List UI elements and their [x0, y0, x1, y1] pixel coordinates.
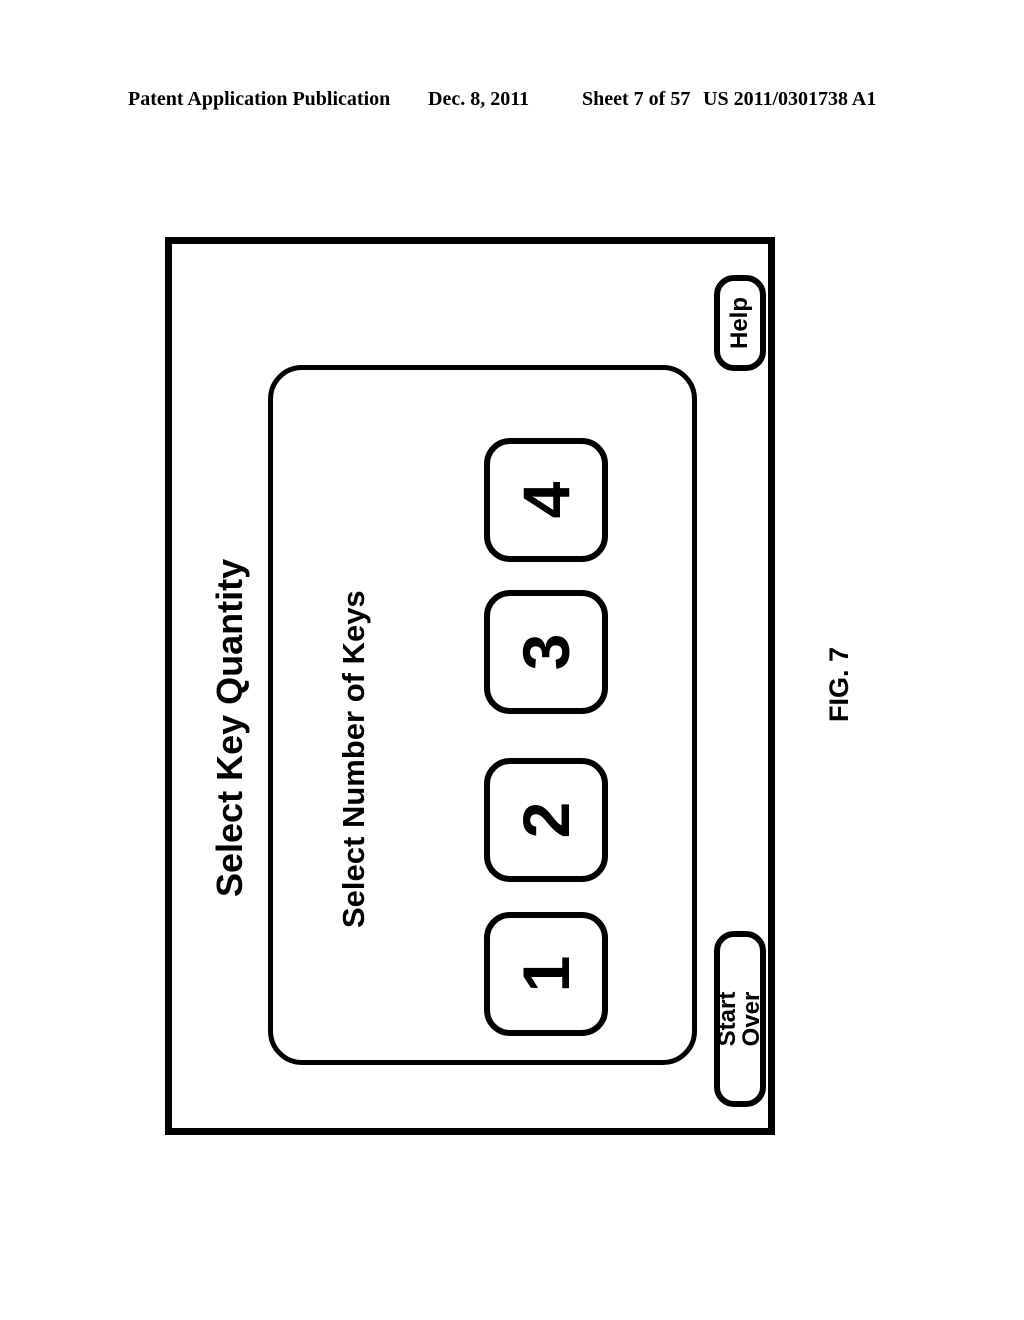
key-quantity-button-1[interactable]: 1 [484, 912, 608, 1036]
panel-subtitle: Select Number of Keys [336, 590, 371, 928]
help-button[interactable]: Help [714, 275, 766, 371]
content-panel [268, 365, 697, 1065]
help-button-label: Help [726, 296, 753, 350]
figure-caption: FIG. 7 [824, 646, 854, 722]
start-over-button-label: Start Over [714, 991, 765, 1047]
page-title: Select Key Quantity [209, 558, 250, 897]
start-over-button[interactable]: Start Over [714, 931, 766, 1107]
key-quantity-button-2[interactable]: 2 [484, 758, 608, 882]
key-quantity-label-3: 3 [509, 633, 583, 671]
key-quantity-button-4[interactable]: 4 [484, 438, 608, 562]
patent-figure: Select Key Quantity Select Number of Key… [0, 0, 1024, 1320]
key-quantity-button-3[interactable]: 3 [484, 590, 608, 714]
key-quantity-label-2: 2 [509, 801, 583, 839]
key-quantity-label-1: 1 [509, 955, 583, 993]
key-quantity-label-4: 4 [509, 481, 583, 519]
